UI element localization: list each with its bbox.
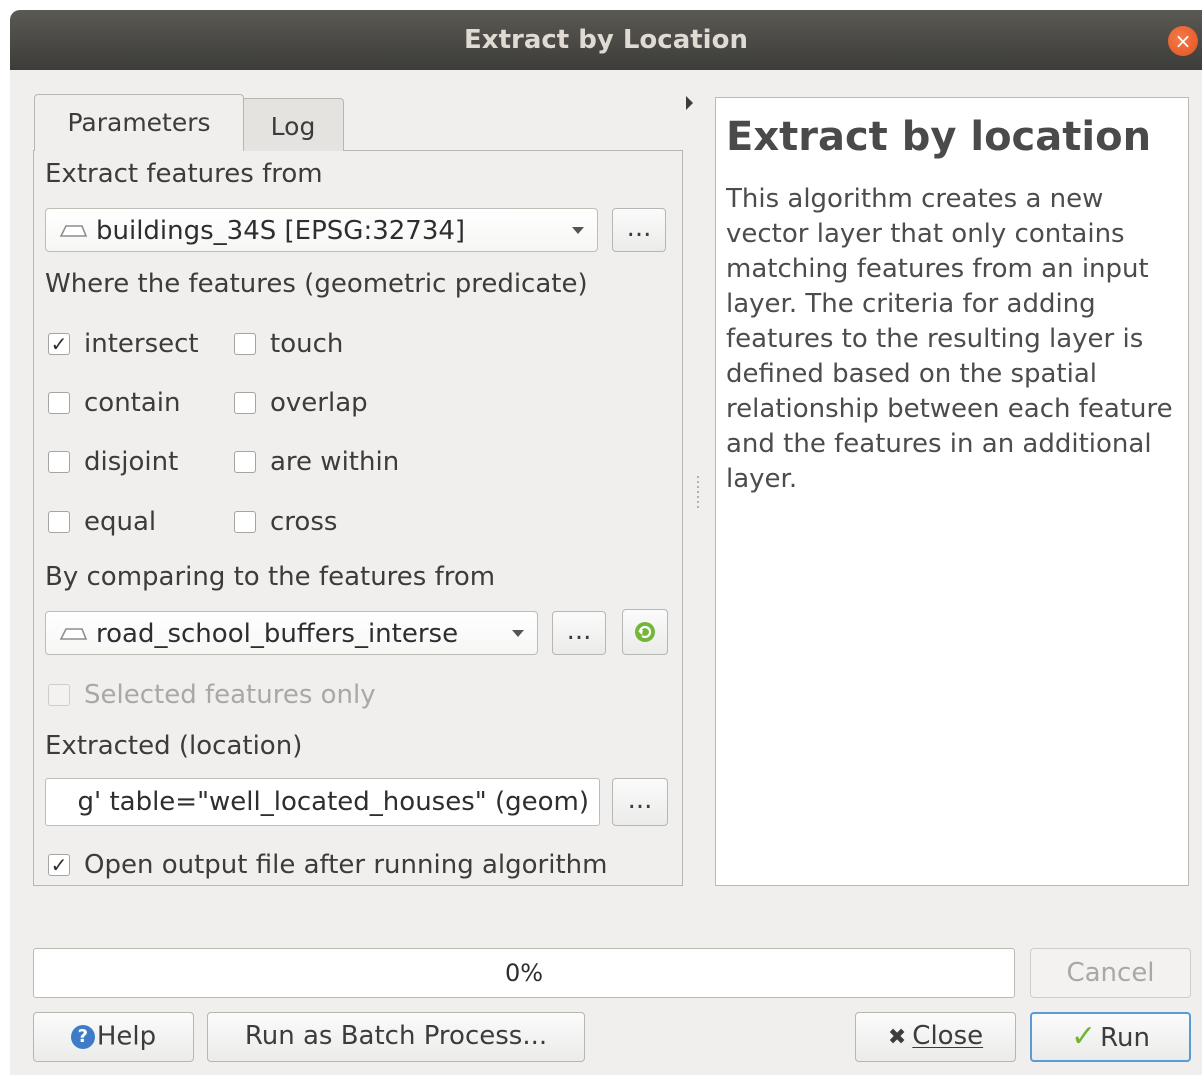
contain-checkbox[interactable] xyxy=(48,392,70,414)
chevron-down-icon xyxy=(572,227,584,234)
help-body: This algorithm creates a new vector laye… xyxy=(726,184,1173,494)
touch-label: touch xyxy=(270,329,344,359)
tab-parameters[interactable]: Parameters xyxy=(34,94,244,151)
progress-bar: 0% xyxy=(33,948,1015,998)
help-button-label: Help xyxy=(96,1021,157,1052)
selected-features-only-checkbox[interactable] xyxy=(48,684,70,706)
compare-layer-value: road_school_buffers_interse xyxy=(96,619,459,649)
polygon-layer-icon xyxy=(59,225,88,237)
iterate-button[interactable] xyxy=(622,609,668,655)
equal-label: equal xyxy=(84,507,157,537)
close-icon: ✖ xyxy=(887,1025,907,1050)
disjoint-label: disjoint xyxy=(84,447,179,477)
compare-label: By comparing to the features from xyxy=(45,562,496,592)
predicate-label: Where the features (geometric predicate) xyxy=(45,269,588,299)
intersect-checkbox[interactable]: ✓ xyxy=(48,333,70,355)
collapse-arrow-icon[interactable] xyxy=(686,96,693,110)
compare-layer-browse-button[interactable]: ... xyxy=(552,611,606,655)
help-title: Extract by location xyxy=(726,114,1152,160)
are-within-label: are within xyxy=(270,447,400,477)
open-output-label: Open output file after running algorithm xyxy=(84,850,608,880)
tab-log[interactable]: Log xyxy=(242,98,344,151)
are-within-checkbox[interactable] xyxy=(234,451,256,473)
polygon-layer-icon xyxy=(59,628,88,640)
equal-checkbox[interactable] xyxy=(48,511,70,533)
cancel-button[interactable]: Cancel xyxy=(1030,948,1191,998)
window-title: Extract by Location xyxy=(464,25,748,55)
progress-text: 0% xyxy=(504,959,544,987)
extract-from-browse-button[interactable]: ... xyxy=(612,208,666,252)
cross-checkbox[interactable] xyxy=(234,511,256,533)
cross-label: cross xyxy=(270,507,338,537)
output-path-value: g' table="well_located_houses" (geom) xyxy=(77,787,589,817)
output-label: Extracted (location) xyxy=(45,731,303,761)
close-button[interactable]: ✖ Close xyxy=(855,1012,1016,1062)
run-button-label: Run xyxy=(1100,1023,1150,1053)
open-output-checkbox[interactable]: ✓ xyxy=(48,854,70,876)
help-button[interactable]: ? Help xyxy=(33,1012,194,1062)
run-button[interactable]: ✓ Run xyxy=(1030,1012,1191,1062)
extract-from-value: buildings_34S [EPSG:32734] xyxy=(96,216,466,246)
output-browse-button[interactable]: ... xyxy=(612,778,668,826)
overlap-label: overlap xyxy=(270,388,368,418)
disjoint-checkbox[interactable] xyxy=(48,451,70,473)
checkmark-icon: ✓ xyxy=(1071,1019,1097,1054)
close-button-label: Close xyxy=(912,1021,984,1051)
extract-from-label: Extract features from xyxy=(45,159,323,189)
help-icon: ? xyxy=(70,1024,95,1049)
dialog-window: Extract by Location × Parameters Log Ext… xyxy=(10,10,1202,1075)
help-panel: Extract by location This algorithm creat… xyxy=(715,97,1189,886)
close-icon: × xyxy=(1174,29,1192,53)
intersect-label: intersect xyxy=(84,329,199,359)
touch-checkbox[interactable] xyxy=(234,333,256,355)
extract-from-combo[interactable]: buildings_34S [EPSG:32734] xyxy=(45,208,598,252)
refresh-icon xyxy=(635,622,655,642)
overlap-checkbox[interactable] xyxy=(234,392,256,414)
output-path-field[interactable]: g' table="well_located_houses" (geom) xyxy=(45,778,600,826)
selected-features-only-label: Selected features only xyxy=(84,680,376,710)
parameters-panel: Extract features from buildings_34S [EPS… xyxy=(33,150,683,886)
splitter-handle[interactable] xyxy=(697,476,699,510)
run-as-batch-button[interactable]: Run as Batch Process... xyxy=(207,1012,585,1062)
compare-layer-combo[interactable]: road_school_buffers_interse xyxy=(45,611,538,655)
chevron-down-icon xyxy=(512,630,524,637)
window-close-button[interactable]: × xyxy=(1168,26,1198,56)
contain-label: contain xyxy=(84,388,181,418)
